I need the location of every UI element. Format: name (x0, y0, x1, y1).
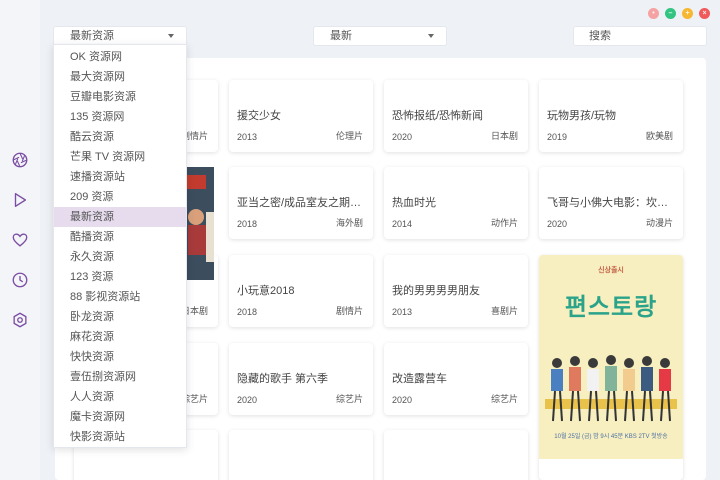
sidebar-item-play[interactable] (8, 188, 32, 212)
heart-icon (12, 233, 28, 247)
card-title: 我的男男男男朋友 (392, 285, 480, 297)
card[interactable]: 热血时光 2014 动作片 (384, 167, 528, 239)
dropdown-option[interactable]: 135 资源网 (54, 107, 186, 127)
category-select-value: 最新 (330, 30, 352, 42)
sidebar (0, 0, 40, 480)
card[interactable]: 我的男男男男朋友 2013 喜剧片 (384, 255, 528, 327)
card-genre: 动作片 (490, 218, 518, 228)
card-title: 改造露营车 (392, 373, 447, 385)
dropdown-option[interactable]: 209 资源 (54, 187, 186, 207)
dropdown-option[interactable]: 人人资源 (54, 387, 186, 407)
card-genre: 日本剧 (490, 131, 518, 141)
card-genre: 欧美剧 (645, 131, 673, 141)
category-select[interactable]: 最新 (313, 26, 447, 46)
card-title: 恐怖报纸/恐怖新闻 (392, 110, 484, 122)
card[interactable]: 隐藏的歌手 第六季 2020 综艺片 (229, 343, 373, 415)
dropdown-option[interactable]: 最大资源网 (54, 67, 186, 87)
chevron-down-icon (168, 34, 174, 38)
card-genre: 综艺片 (490, 394, 518, 404)
card-title: 玩物男孩/玩物 (547, 110, 617, 122)
card-year: 2020 (547, 219, 568, 229)
maximize-button[interactable]: + (682, 8, 693, 19)
maximize-icon: + (685, 10, 690, 17)
card[interactable] (384, 430, 528, 480)
dropdown-option[interactable]: 卧龙资源 (54, 307, 186, 327)
dropdown-option[interactable]: 快影资源站 (54, 427, 186, 447)
card-year: 2013 (392, 307, 413, 317)
card-genre: 综艺片 (335, 394, 363, 404)
chevron-down-icon (428, 34, 434, 38)
dropdown-option[interactable]: 永久资源 (54, 247, 186, 267)
settings-icon (13, 312, 27, 328)
search-box[interactable] (573, 26, 707, 46)
poster-logo: 편스토랑 (564, 293, 658, 321)
poster-date: 10월 25일 (금) 밤 9시 45분 KBS 2TV 첫방송 (554, 434, 668, 440)
minimize-button[interactable]: – (665, 8, 676, 19)
card-title: 热血时光 (392, 197, 436, 209)
card-genre: 喜剧片 (490, 306, 518, 316)
dropdown-option[interactable]: 123 资源 (54, 267, 186, 287)
minimize-icon: – (668, 10, 673, 17)
card-title: 小玩意2018 (237, 285, 295, 297)
card-year: 2018 (237, 219, 258, 229)
sidebar-item-favorites[interactable] (8, 228, 32, 252)
aperture-icon (12, 152, 28, 168)
card-year: 2020 (237, 395, 258, 405)
source-select[interactable]: 最新资源 (53, 26, 187, 46)
dropdown-option[interactable]: 酷云资源 (54, 127, 186, 147)
card[interactable]: 亚当之密/成品室友之期… 2018 海外剧 (229, 167, 373, 239)
card-year: 2020 (392, 395, 413, 405)
card-genre: 动漫片 (645, 218, 673, 228)
poster-cast-art (545, 355, 677, 422)
pin-icon: • (652, 10, 655, 17)
poster-image: 신상출시 편스토랑 10월 25일 (금) 밤 9시 45분 KBS 2TV 첫… (539, 255, 683, 459)
card[interactable]: 玩物男孩/玩物 2019 欧美剧 (539, 80, 683, 152)
poster-image[interactable] (186, 167, 214, 280)
pin-button[interactable]: • (648, 8, 659, 19)
card-year: 2019 (547, 132, 568, 142)
card[interactable] (229, 430, 373, 480)
close-button[interactable]: × (699, 8, 710, 19)
card-genre: 海外剧 (335, 218, 363, 228)
play-icon (14, 193, 27, 207)
dropdown-option[interactable]: 酷播资源 (54, 227, 186, 247)
source-dropdown-menu: OK 资源网 最大资源网 豆瓣电影资源 135 资源网 酷云资源 芒果 TV 资源网 速播资… (53, 44, 187, 448)
card-year: 2014 (392, 219, 413, 229)
card[interactable]: 小玩意2018 2018 剧情片 (229, 255, 373, 327)
poster-subtitle: 신상출시 (598, 267, 624, 274)
dropdown-option[interactable]: 芒果 TV 资源网 (54, 147, 186, 167)
close-icon: × (702, 10, 707, 17)
card-title: 飞哥与小佛大电影：坎迪… (547, 197, 675, 209)
card-title: 援交少女 (237, 110, 281, 122)
dropdown-option[interactable]: 豆瓣电影资源 (54, 87, 186, 107)
dropdown-option[interactable]: 魔卡资源网 (54, 407, 186, 427)
source-select-value: 最新资源 (70, 30, 114, 42)
sidebar-item-history[interactable] (8, 268, 32, 292)
dropdown-option[interactable]: 麻花资源 (54, 327, 186, 347)
card-year: 2018 (237, 307, 258, 317)
search-input[interactable] (589, 30, 706, 42)
card-genre: 剧情片 (335, 306, 363, 316)
poster-art (186, 167, 214, 280)
card-title: 亚当之密/成品室友之期… (237, 197, 362, 209)
sidebar-item-discover[interactable] (8, 148, 32, 172)
card[interactable]: 恐怖报纸/恐怖新闻 2020 日本剧 (384, 80, 528, 152)
card[interactable]: 改造露营车 2020 综艺片 (384, 343, 528, 415)
card-year: 2020 (392, 132, 413, 142)
dropdown-option[interactable]: 最新资源 (54, 207, 186, 227)
dropdown-option[interactable]: 88 影视资源站 (54, 287, 186, 307)
dropdown-option[interactable]: 壹伍捌资源网 (54, 367, 186, 387)
dropdown-option[interactable]: 快快资源 (54, 347, 186, 367)
card-title: 隐藏的歌手 第六季 (237, 373, 329, 385)
dropdown-option[interactable]: 速播资源站 (54, 167, 186, 187)
card-genre: 伦理片 (335, 131, 363, 141)
sidebar-item-settings[interactable] (8, 308, 32, 332)
poster-card[interactable]: 신상출시 편스토랑 10월 25일 (금) 밤 9시 45분 KBS 2TV 첫… (539, 255, 683, 480)
window-controls: • – + × (648, 8, 710, 19)
card-year: 2013 (237, 132, 258, 142)
card[interactable]: 援交少女 2013 伦理片 (229, 80, 373, 152)
card[interactable]: 飞哥与小佛大电影：坎迪… 2020 动漫片 (539, 167, 683, 239)
clock-icon (12, 272, 28, 288)
dropdown-option[interactable]: OK 资源网 (54, 47, 186, 67)
